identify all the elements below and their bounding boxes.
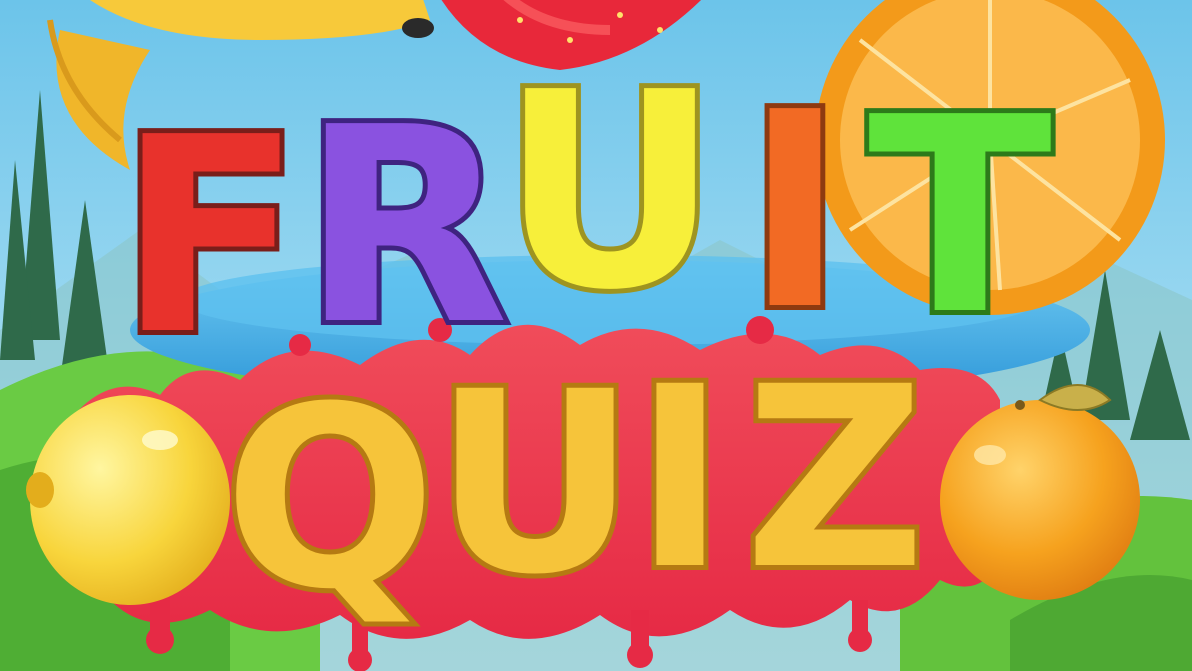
game-title-screen: F R U I T Q U I Z	[0, 0, 1192, 671]
background-scene	[0, 0, 1192, 671]
